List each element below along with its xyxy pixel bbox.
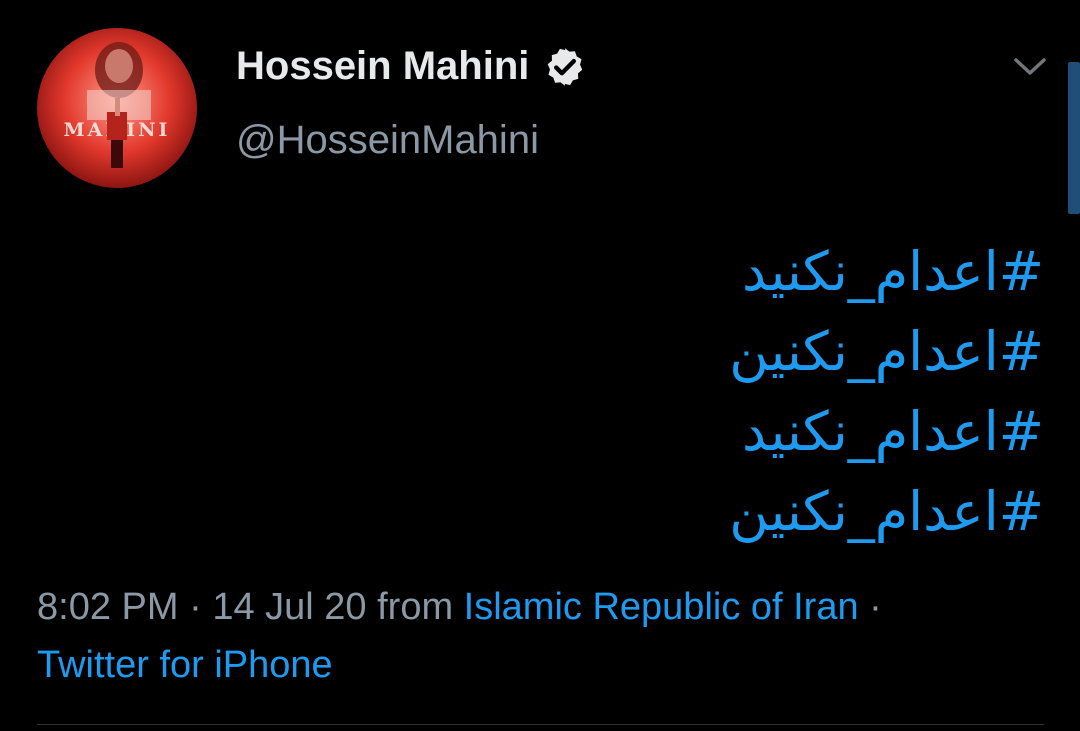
tweet-time: 8:02 PM <box>37 586 179 628</box>
location-link[interactable]: Islamic Republic of Iran <box>464 586 859 628</box>
verified-badge-icon <box>543 45 587 89</box>
author-name-text: Hossein Mahini <box>236 44 530 88</box>
hashtag-link[interactable]: #اعدام_نکنید <box>344 232 1044 312</box>
tweet-text: #اعدام_نکنید #اعدام_نکنین #اعدام_نکنید #… <box>344 232 1044 552</box>
hashtag-link[interactable]: #اعدام_نکنید <box>344 392 1044 472</box>
scrollbar[interactable] <box>1068 62 1080 214</box>
divider <box>37 724 1044 725</box>
meta-separator: · <box>189 586 202 628</box>
author-name[interactable]: Hossein Mahini <box>236 44 587 89</box>
hashtag-link[interactable]: #اعدام_نکنین <box>344 312 1044 392</box>
chevron-down-icon[interactable] <box>1010 52 1050 82</box>
tweet-date: 14 Jul 20 <box>212 586 367 628</box>
avatar-image: MAHINI <box>37 28 197 188</box>
author-handle[interactable]: @HosseinMahini <box>236 118 539 163</box>
tweet-meta: 8:02 PM · 14 Jul 20 from Islamic Republi… <box>37 578 1047 694</box>
avatar[interactable]: MAHINI <box>37 28 197 188</box>
meta-separator: · <box>869 586 882 628</box>
hashtag-link[interactable]: #اعدام_نکنین <box>344 472 1044 552</box>
tweet: MAHINI Hossein Mahini @HosseinMahini #اع… <box>0 0 1080 731</box>
from-label: from <box>377 586 454 628</box>
source-link[interactable]: Twitter for iPhone <box>37 644 333 686</box>
